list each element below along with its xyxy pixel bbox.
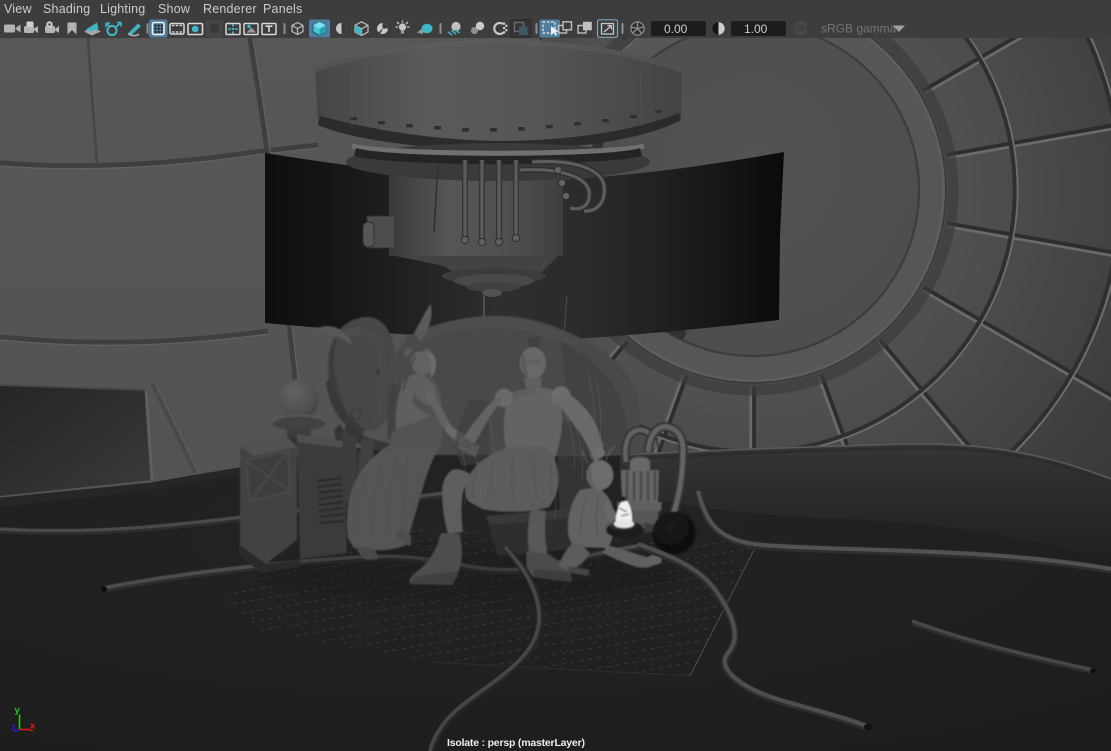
svg-text:1.00: 1.00 — [744, 22, 768, 36]
svg-text:y: y — [15, 705, 21, 716]
svg-text:sRGB gamma: sRGB gamma — [821, 22, 897, 36]
svg-text:x: x — [30, 721, 36, 732]
svg-text:Isolate : persp (masterLayer): Isolate : persp (masterLayer) — [447, 737, 585, 749]
svg-text:z: z — [11, 722, 16, 733]
svg-text:OFF: OFF — [795, 25, 811, 34]
svg-text:0.00: 0.00 — [664, 22, 688, 36]
